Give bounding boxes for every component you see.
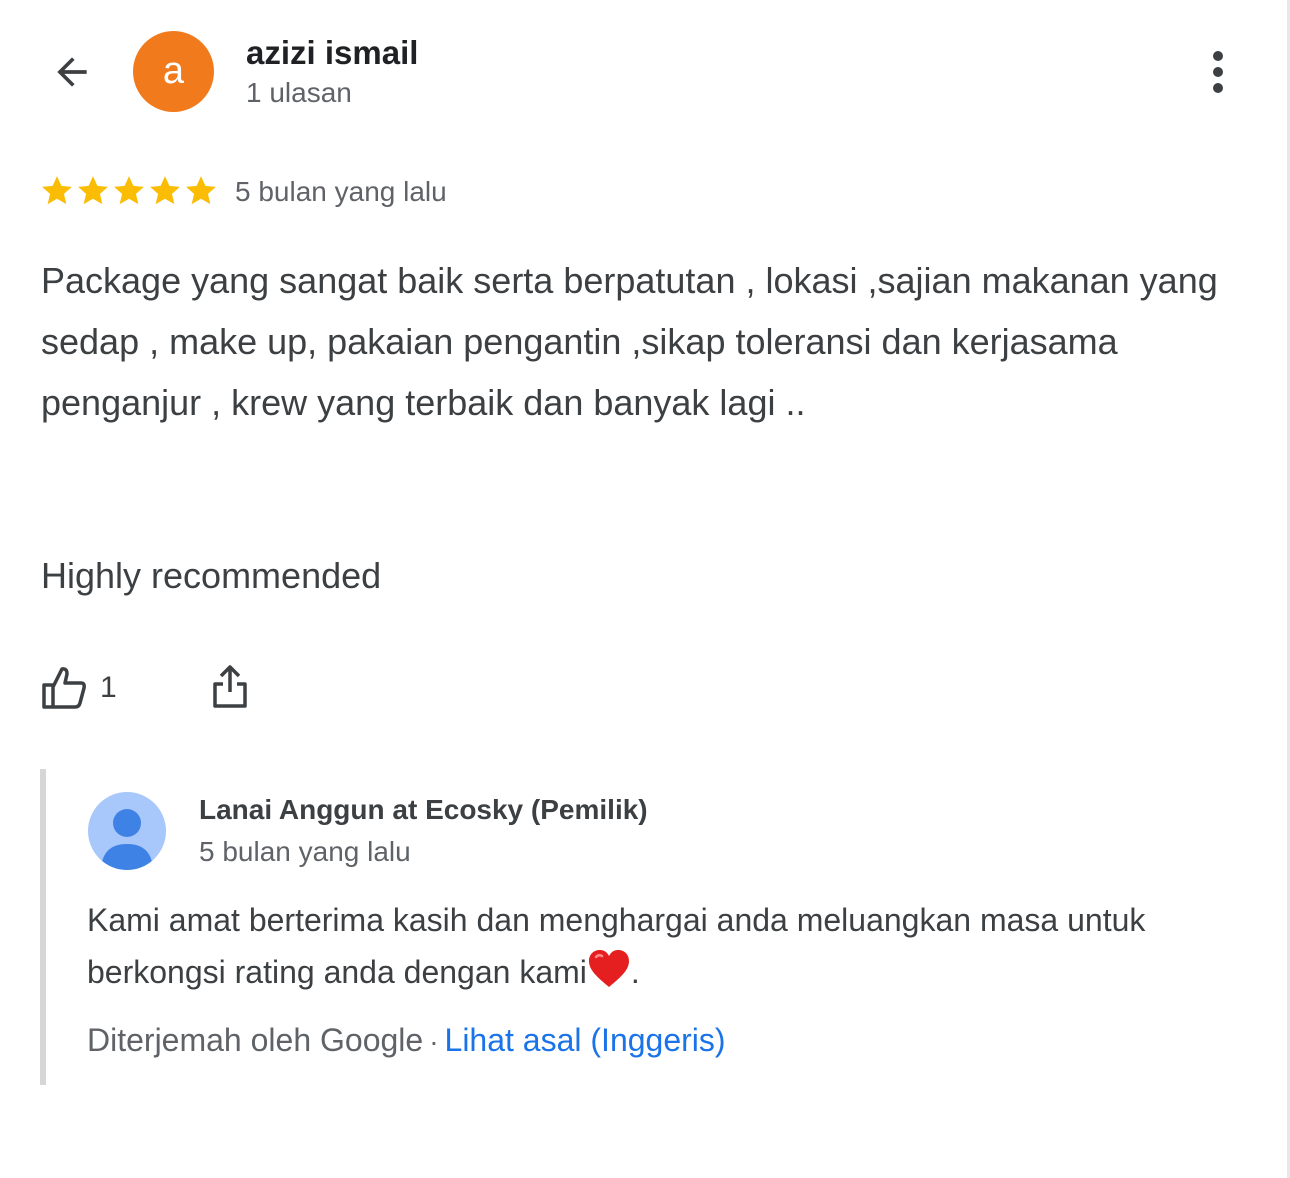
review-text-extra: Highly recommended xyxy=(41,555,382,596)
like-count: 1 xyxy=(100,671,117,704)
translated-by-label: Diterjemah oleh Google xyxy=(87,1022,424,1058)
star-icon xyxy=(42,176,72,205)
star-icon xyxy=(186,176,216,205)
owner-name: Lanai Anggun at Ecosky (Pemilik) xyxy=(199,794,648,825)
reviewer-name[interactable]: azizi ismail xyxy=(246,34,418,72)
owner-avatar xyxy=(88,792,166,870)
more-vertical-icon xyxy=(1213,51,1223,93)
view-original-link[interactable]: Lihat asal (Inggeris) xyxy=(445,1022,726,1059)
avatar-letter: a xyxy=(162,50,185,92)
review-page: a azizi ismail 1 ulasan 5 bulan yang lal… xyxy=(0,0,1290,1178)
star-icon xyxy=(150,176,180,205)
like-button[interactable]: 1 xyxy=(40,660,117,716)
owner-reply-text: Kami amat berterima kasih dan menghargai… xyxy=(87,894,1237,998)
thumbs-up-icon xyxy=(42,667,86,709)
heart-emoji-icon xyxy=(588,950,629,987)
share-icon xyxy=(213,665,247,708)
translation-info: Diterjemah oleh Google · Lihat asal (Ing… xyxy=(87,1022,726,1059)
person-icon xyxy=(101,809,153,870)
star-icon xyxy=(78,176,108,205)
more-options-button[interactable] xyxy=(1190,40,1246,104)
review-count: 1 ulasan xyxy=(246,77,352,108)
owner-reply-suffix: . xyxy=(630,954,640,990)
share-button[interactable] xyxy=(204,658,256,714)
star-rating xyxy=(40,174,218,208)
review-date: 5 bulan yang lalu xyxy=(235,176,447,207)
owner-reply-date: 5 bulan yang lalu xyxy=(199,836,411,867)
separator-dot: · xyxy=(429,1026,439,1057)
review-text: Package yang sangat baik serta berpatuta… xyxy=(41,260,1218,423)
arrow-left-icon xyxy=(57,57,87,87)
reply-indent-bar xyxy=(40,769,46,1085)
reviewer-avatar[interactable]: a xyxy=(133,31,214,112)
back-button[interactable] xyxy=(40,40,104,104)
star-icon xyxy=(114,176,144,205)
